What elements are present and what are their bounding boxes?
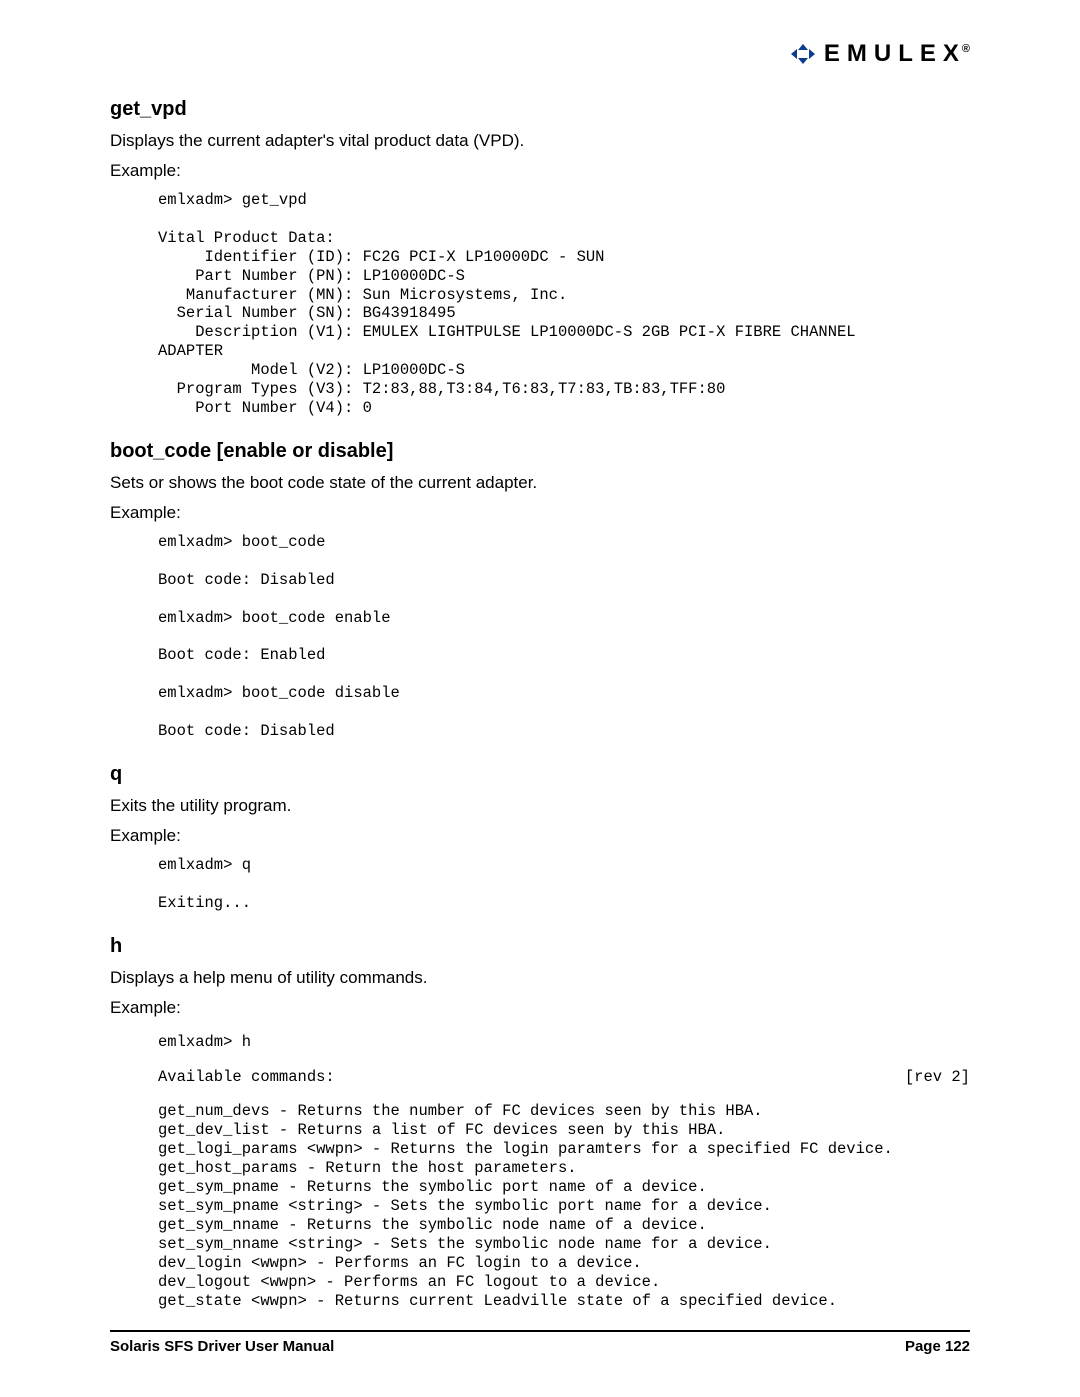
footer: Solaris SFS Driver User Manual Page 122: [110, 1338, 970, 1385]
heading-q: q: [110, 763, 970, 786]
example-label-boot-code: Example:: [110, 503, 970, 523]
header-row: EMULEX®: [110, 40, 970, 68]
code-h-list: get_num_devs - Returns the number of FC …: [158, 1102, 970, 1310]
code-h-avail-right: [rev 2]: [905, 1063, 970, 1092]
desc-h: Displays a help menu of utility commands…: [110, 968, 970, 988]
code-h-avail-row: Available commands: [rev 2]: [158, 1063, 970, 1092]
example-label-q: Example:: [110, 826, 970, 846]
desc-get-vpd: Displays the current adapter's vital pro…: [110, 131, 970, 151]
logo-text: EMULEX®: [824, 40, 970, 68]
example-label-h: Example:: [110, 998, 970, 1018]
heading-boot-code: boot_code [enable or disable]: [110, 440, 970, 463]
footer-divider: [110, 1330, 970, 1332]
heading-get-vpd: get_vpd: [110, 98, 970, 121]
heading-h: h: [110, 935, 970, 958]
logo: EMULEX®: [788, 40, 970, 68]
code-q: emlxadm> q Exiting...: [158, 856, 970, 913]
footer-left: Solaris SFS Driver User Manual: [110, 1338, 334, 1355]
desc-boot-code: Sets or shows the boot code state of the…: [110, 473, 970, 493]
example-label-get-vpd: Example:: [110, 161, 970, 181]
code-h-cmd: emlxadm> h: [158, 1028, 970, 1057]
code-h-avail-left: Available commands:: [158, 1063, 335, 1092]
emulex-logo-icon: [788, 42, 818, 66]
page: EMULEX® get_vpd Displays the current ada…: [0, 0, 1080, 1397]
code-get-vpd: emlxadm> get_vpd Vital Product Data: Ide…: [158, 191, 970, 418]
footer-right: Page 122: [905, 1338, 970, 1355]
code-boot-code: emlxadm> boot_code Boot code: Disabled e…: [158, 533, 970, 741]
desc-q: Exits the utility program.: [110, 796, 970, 816]
